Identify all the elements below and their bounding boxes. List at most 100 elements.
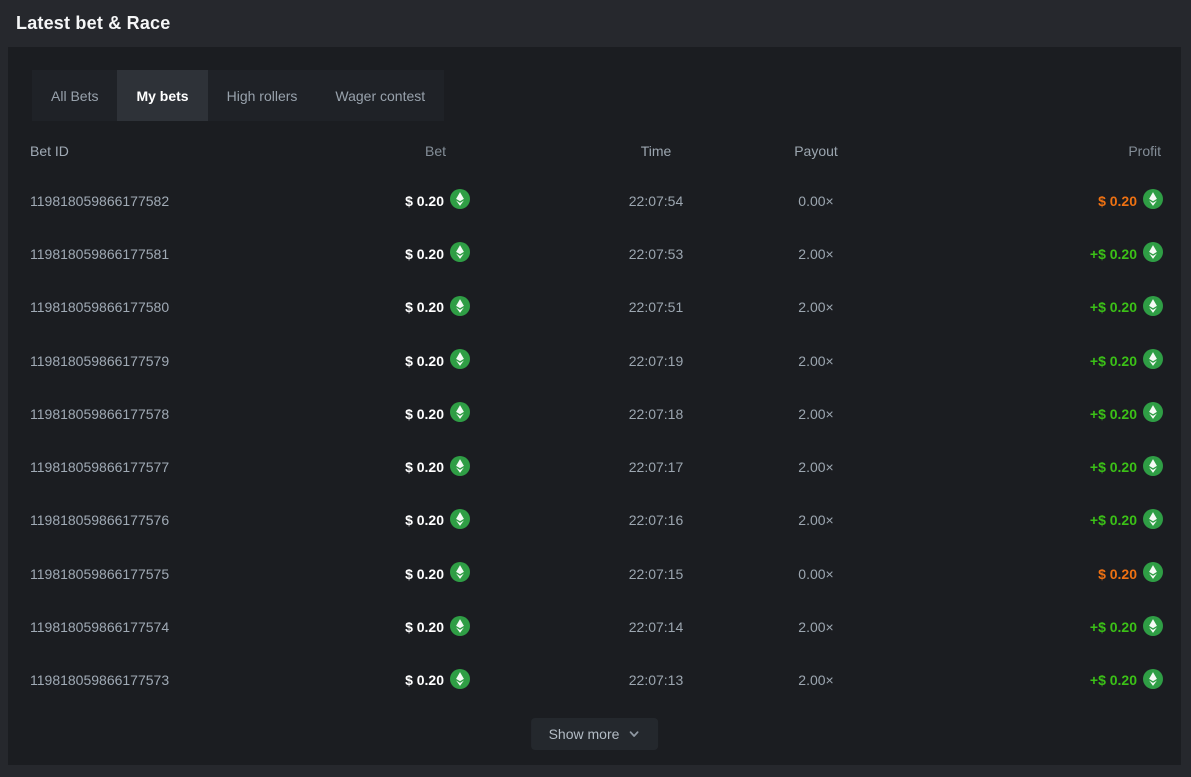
profit-cell: +$ 0.20 [1090,440,1163,493]
payout-cell: 2.00× [670,227,962,280]
column-header-bet: Bet [30,128,470,174]
ethereum-coin-icon [450,562,470,582]
ethereum-coin-icon [1143,242,1163,262]
table-row[interactable]: 119818059866177582 $ 0.20 22:07:54 0.00×… [30,174,1163,227]
bet-coin-slot [450,189,470,212]
profit-coin-slot [1143,189,1163,212]
bet-coin-slot [450,349,470,372]
profit-amount: +$ 0.20 [1090,353,1137,369]
bet-amount: $ 0.20 [405,512,444,528]
profit-amount: +$ 0.20 [1090,459,1137,475]
bet-coin-slot [450,456,470,479]
table-row[interactable]: 119818059866177577 $ 0.20 22:07:17 2.00×… [30,440,1163,493]
table-row[interactable]: 119818059866177573 $ 0.20 22:07:13 2.00×… [30,654,1163,707]
bet-cell: $ 0.20 [30,174,470,227]
ethereum-coin-icon [1143,562,1163,582]
profit-coin-slot [1143,242,1163,265]
profit-coin-slot [1143,562,1163,585]
table-row[interactable]: 119818059866177580 $ 0.20 22:07:51 2.00×… [30,281,1163,334]
ethereum-coin-icon [1143,296,1163,316]
profit-coin-slot [1143,669,1163,692]
profit-cell: $ 0.20 [1098,547,1163,600]
bet-amount: $ 0.20 [405,299,444,315]
ethereum-coin-icon [1143,509,1163,529]
table-row[interactable]: 119818059866177576 $ 0.20 22:07:16 2.00×… [30,494,1163,547]
tab-my-bets[interactable]: My bets [117,70,207,121]
bet-coin-slot [450,669,470,692]
profit-cell: +$ 0.20 [1090,494,1163,547]
payout-cell: 2.00× [670,494,962,547]
bet-amount: $ 0.20 [405,619,444,635]
bet-cell: $ 0.20 [30,600,470,653]
profit-cell: $ 0.20 [1098,174,1163,227]
bet-amount: $ 0.20 [405,406,444,422]
bet-amount: $ 0.20 [405,566,444,582]
profit-coin-slot [1143,349,1163,372]
bet-coin-slot [450,562,470,585]
table-row[interactable]: 119818059866177581 $ 0.20 22:07:53 2.00×… [30,227,1163,280]
profit-coin-slot [1143,456,1163,479]
profit-amount: +$ 0.20 [1090,619,1137,635]
profit-amount: +$ 0.20 [1090,246,1137,262]
profit-coin-slot [1143,296,1163,319]
payout-cell: 2.00× [670,600,962,653]
bet-cell: $ 0.20 [30,334,470,387]
bet-cell: $ 0.20 [30,281,470,334]
chevron-down-icon [628,728,640,740]
table-row[interactable]: 119818059866177578 $ 0.20 22:07:18 2.00×… [30,387,1163,440]
payout-cell: 2.00× [670,440,962,493]
profit-coin-slot [1143,402,1163,425]
payout-cell: 2.00× [670,654,962,707]
table-row[interactable]: 119818059866177574 $ 0.20 22:07:14 2.00×… [30,600,1163,653]
ethereum-coin-icon [450,242,470,262]
column-header-payout: Payout [670,128,962,174]
tab-high-rollers[interactable]: High rollers [208,70,317,121]
show-more-label: Show more [549,726,620,742]
show-more-button[interactable]: Show more [531,718,659,750]
bet-cell: $ 0.20 [30,227,470,280]
profit-cell: +$ 0.20 [1090,654,1163,707]
column-header-profit: Profit [1128,128,1163,174]
ethereum-coin-icon [450,296,470,316]
bet-amount: $ 0.20 [405,193,444,209]
bets-table: Bet ID Bet Time Payout Profit 1198180598… [30,128,1163,707]
profit-amount: +$ 0.20 [1090,672,1137,688]
page-title: Latest bet & Race [16,13,170,34]
bet-cell: $ 0.20 [30,494,470,547]
ethereum-coin-icon [450,509,470,529]
profit-cell: +$ 0.20 [1090,600,1163,653]
profit-cell: +$ 0.20 [1090,281,1163,334]
table-row[interactable]: 119818059866177575 $ 0.20 22:07:15 0.00×… [30,547,1163,600]
tab-wager-contest[interactable]: Wager contest [316,70,444,121]
profit-amount: $ 0.20 [1098,193,1137,209]
bet-coin-slot [450,616,470,639]
bet-coin-slot [450,242,470,265]
bet-amount: $ 0.20 [405,672,444,688]
table-body: 119818059866177582 $ 0.20 22:07:54 0.00×… [30,174,1163,707]
ethereum-coin-icon [450,349,470,369]
profit-cell: +$ 0.20 [1090,334,1163,387]
profit-amount: +$ 0.20 [1090,299,1137,315]
ethereum-coin-icon [1143,616,1163,636]
bet-cell: $ 0.20 [30,654,470,707]
ethereum-coin-icon [450,669,470,689]
latest-bets-panel: All Bets My bets High rollers Wager cont… [8,47,1181,765]
bet-amount: $ 0.20 [405,459,444,475]
bet-cell: $ 0.20 [30,547,470,600]
profit-amount: +$ 0.20 [1090,406,1137,422]
ethereum-coin-icon [1143,456,1163,476]
profit-cell: +$ 0.20 [1090,387,1163,440]
tab-all-bets[interactable]: All Bets [32,70,117,121]
profit-cell: +$ 0.20 [1090,227,1163,280]
payout-cell: 2.00× [670,334,962,387]
table-row[interactable]: 119818059866177579 $ 0.20 22:07:19 2.00×… [30,334,1163,387]
ethereum-coin-icon [450,402,470,422]
bet-tabs: All Bets My bets High rollers Wager cont… [32,70,444,121]
bet-cell: $ 0.20 [30,387,470,440]
ethereum-coin-icon [1143,402,1163,422]
ethereum-coin-icon [450,616,470,636]
payout-cell: 0.00× [670,174,962,227]
titlebar: Latest bet & Race [0,0,1191,47]
bet-amount: $ 0.20 [405,353,444,369]
bet-cell: $ 0.20 [30,440,470,493]
